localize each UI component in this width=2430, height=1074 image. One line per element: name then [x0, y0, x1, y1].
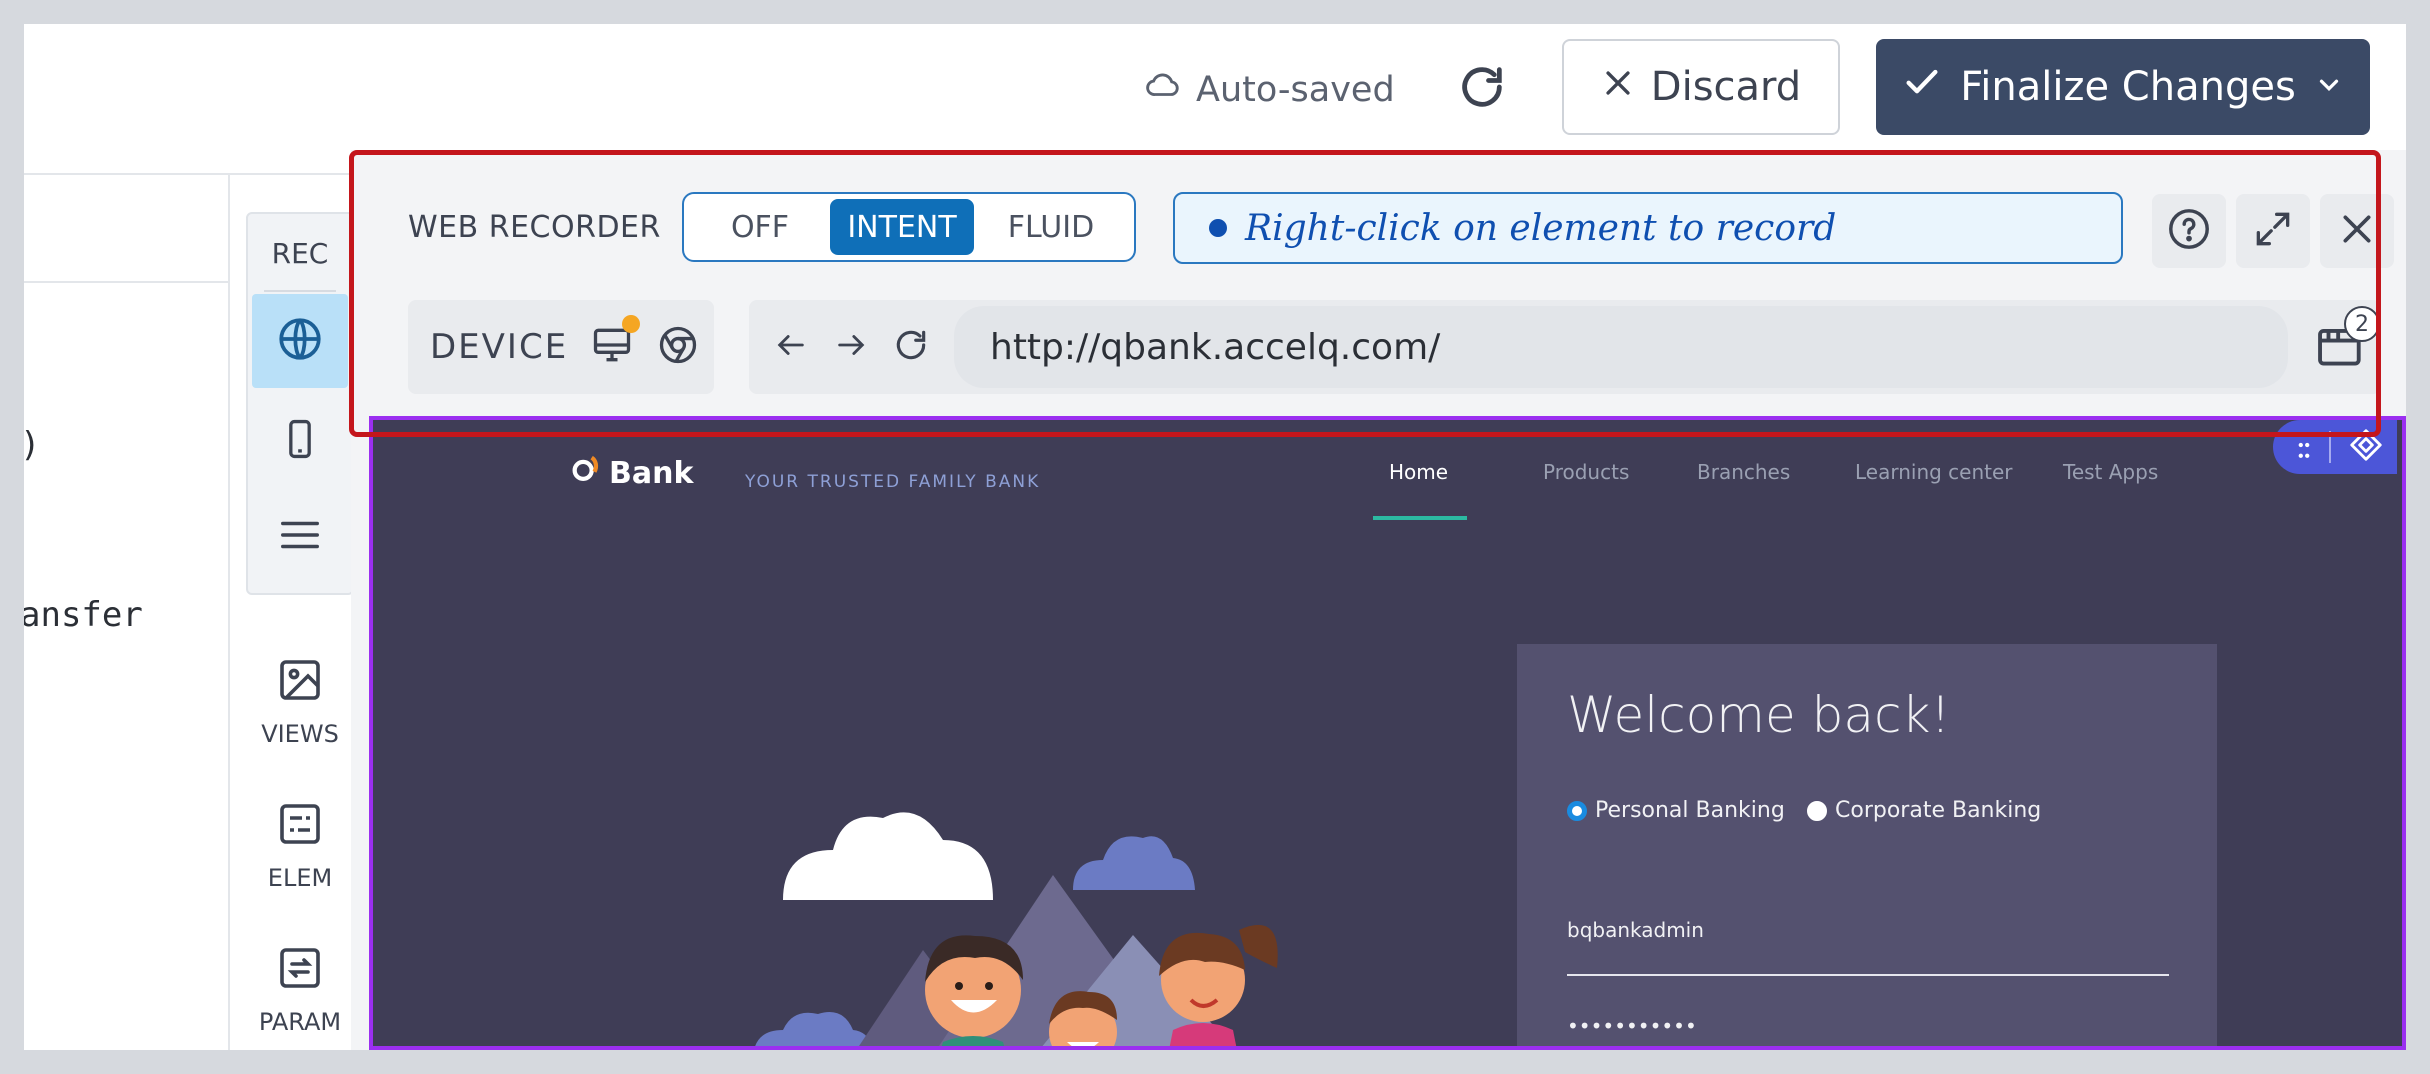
code-editor-pane[interactable]: ) ansfer	[24, 175, 230, 1050]
arrow-left-icon	[774, 328, 808, 366]
tabs-count-badge: 2	[2344, 306, 2380, 342]
username-underline	[1567, 974, 2169, 976]
arrow-right-icon	[834, 328, 868, 366]
param-swap-icon	[276, 944, 324, 998]
code-pane-header	[24, 175, 230, 283]
mobile-device-icon	[278, 414, 322, 468]
brand-name: Bank	[609, 455, 694, 491]
nav-learning-center[interactable]: Learning center	[1855, 460, 2013, 484]
bank-tagline: YOUR TRUSTED FAMILY BANK	[745, 472, 1041, 492]
autosave-status: Auto-saved	[1144, 66, 1395, 113]
magic-wand-icon[interactable]	[2347, 426, 2385, 468]
hint-text: Right-click on element to record	[1245, 207, 1837, 249]
autosave-label: Auto-saved	[1196, 69, 1395, 110]
desktop-monitor-icon	[590, 315, 641, 371]
username-field[interactable]: bqbankadmin	[1567, 918, 2169, 942]
elements-tool[interactable]: ELEM	[246, 800, 354, 892]
checkmark-icon	[1902, 62, 1942, 112]
family-illustration	[755, 812, 1278, 1046]
nav-test-apps[interactable]: Test Apps	[2063, 460, 2158, 484]
recording-hint: Right-click on element to record	[1173, 192, 2123, 264]
close-recorder-button[interactable]	[2320, 194, 2394, 268]
radio-selected-icon	[1567, 800, 1587, 821]
code-line: )	[24, 425, 40, 465]
radio-unselected-icon	[1807, 800, 1827, 821]
nav-branches[interactable]: Branches	[1697, 460, 1790, 484]
chrome-browser-icon	[656, 323, 700, 371]
login-card: Welcome back! Personal Banking Corporate…	[1517, 644, 2217, 1046]
recording-mode-toggle: OFF INTENT FLUID	[682, 192, 1136, 262]
finalize-label: Finalize Changes	[1960, 64, 2296, 110]
nav-products[interactable]: Products	[1543, 460, 1629, 484]
floating-recorder-toolbar	[2273, 420, 2397, 474]
device-selector[interactable]: DEVICE	[408, 300, 714, 394]
expand-button[interactable]	[2236, 194, 2310, 268]
toolbar-separator	[2329, 431, 2331, 463]
web-mode-button[interactable]	[252, 294, 348, 388]
status-dot	[1209, 219, 1227, 237]
element-icon	[276, 800, 324, 854]
close-icon	[1601, 64, 1635, 110]
views-tool[interactable]: VIEWS	[246, 656, 354, 748]
recorded-website-viewport[interactable]: Bank YOUR TRUSTED FAMILY BANK Home Produ…	[369, 416, 2406, 1050]
reload-icon	[892, 326, 930, 368]
nav-home[interactable]: Home	[1389, 460, 1448, 484]
recorder-rail: REC	[246, 212, 354, 595]
globe-icon	[275, 314, 325, 368]
corporate-banking-label: Corporate Banking	[1835, 798, 2042, 823]
elem-label: ELEM	[267, 864, 333, 892]
image-icon	[276, 656, 324, 710]
hamburger-menu-icon	[277, 512, 323, 562]
discard-label: Discard	[1650, 64, 1802, 110]
help-circle-icon	[2166, 206, 2212, 256]
drag-handle-icon[interactable]	[2297, 430, 2311, 464]
back-button[interactable]	[766, 322, 816, 372]
app-window: Auto-saved Discard Finalize Changes )	[24, 24, 2406, 1050]
recorder-title: WEB RECORDER	[408, 210, 661, 245]
help-button[interactable]	[2152, 194, 2226, 268]
refresh-button[interactable]	[1447, 54, 1517, 124]
logo-mark-icon	[569, 452, 603, 494]
views-label: VIEWS	[261, 720, 339, 748]
finalize-changes-button[interactable]: Finalize Changes	[1876, 39, 2370, 135]
discard-button[interactable]: Discard	[1562, 39, 1840, 135]
browser-tabs-button[interactable]: 2	[2314, 306, 2380, 384]
chevron-down-icon	[2314, 64, 2344, 110]
mobile-mode-button[interactable]	[252, 394, 348, 488]
code-line: ansfer	[24, 595, 143, 635]
personal-banking-label: Personal Banking	[1595, 798, 1785, 823]
close-icon	[2337, 209, 2377, 253]
rec-label: REC	[248, 214, 352, 292]
refresh-icon	[1456, 61, 1508, 117]
param-label: PARAM	[258, 1008, 342, 1036]
browser-tabs-icon	[2314, 328, 2372, 376]
device-label: DEVICE	[430, 327, 569, 367]
menu-button[interactable]	[252, 490, 348, 584]
expand-icon	[2251, 207, 2295, 255]
reload-button[interactable]	[886, 322, 936, 372]
active-nav-underline	[1373, 516, 1467, 520]
login-heading: Welcome back!	[1567, 686, 1951, 744]
corporate-banking-radio[interactable]: Corporate Banking	[1807, 798, 2041, 823]
mode-intent[interactable]: INTENT	[830, 199, 974, 255]
param-tool[interactable]: PARAM	[246, 944, 354, 1036]
mode-fluid[interactable]: FLUID	[974, 199, 1128, 255]
notification-dot	[622, 315, 641, 333]
url-input[interactable]: http://qbank.accelq.com/	[954, 306, 2288, 388]
forward-button[interactable]	[826, 322, 876, 372]
personal-banking-radio[interactable]: Personal Banking	[1567, 798, 1785, 823]
bank-logo[interactable]: Bank	[569, 452, 693, 494]
cloud-check-icon	[1144, 66, 1182, 113]
mode-off[interactable]: OFF	[690, 199, 830, 255]
password-field[interactable]: •••••••••••	[1567, 1014, 2169, 1038]
